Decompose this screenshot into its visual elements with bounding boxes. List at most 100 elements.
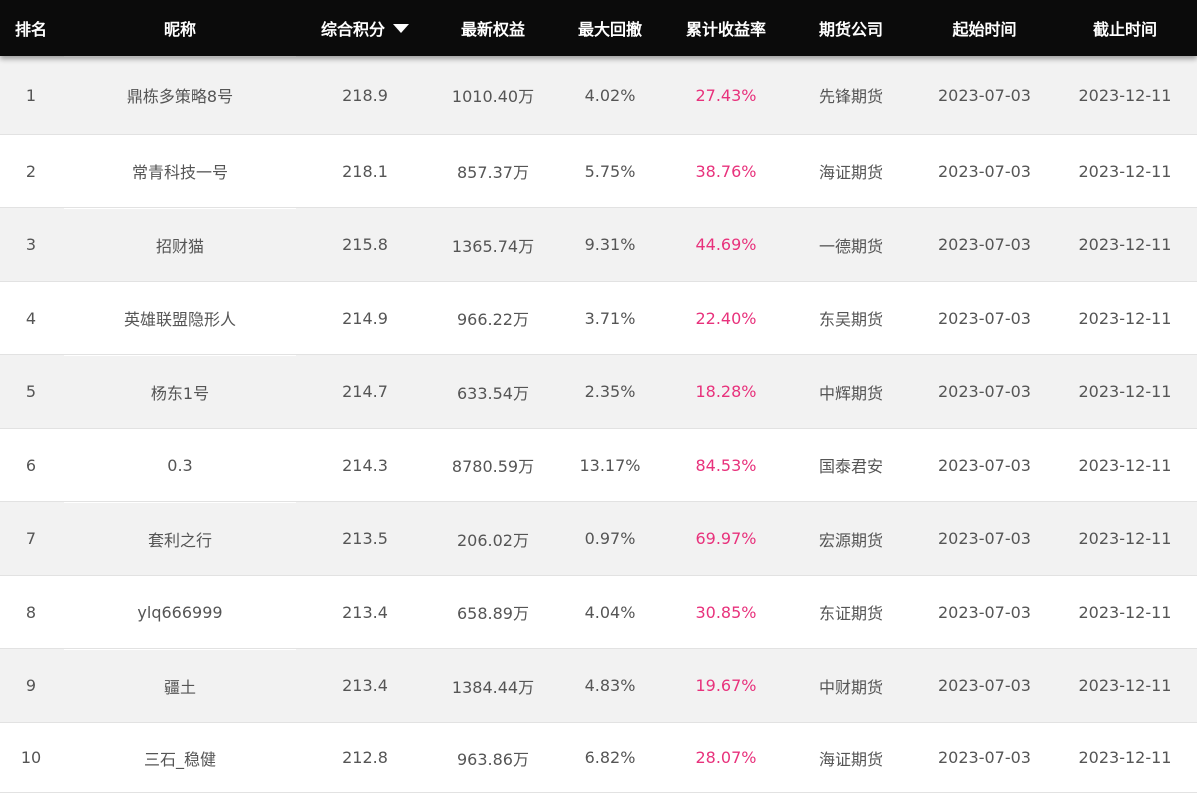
cell-score: 213.4 [342,676,388,695]
cell-cumulative-return: 22.40% [695,308,757,328]
column-header-label: 综合积分 [320,20,385,39]
column-header-score[interactable]: 综合积分 [298,0,432,56]
cell-equity: 206.02万 [457,530,529,550]
cell-company: 先锋期货 [818,87,883,106]
cell-end: 2023-12-11 [1078,382,1172,401]
cell-start: 2023-07-03 [938,161,1031,181]
cell-nickname[interactable]: 套利之行 [62,502,298,575]
cell-rank: 4 [25,308,37,328]
table-row[interactable]: 7 套利之行 213.5 206.02万 0.97% 69.97% 宏源期货 2023-07-… [0,502,1197,576]
column-header-label: 期货公司 [818,20,883,39]
column-header-label: 最大回撤 [577,20,642,39]
cell-equity: 658.89万 [457,604,529,623]
cell-cumulative-return: 18.28% [695,382,757,401]
cell-score: 218.9 [342,85,388,105]
column-header-start[interactable]: 起始时间 [916,0,1053,56]
cell-rank: 1 [25,85,37,105]
cell-cumulative-return: 38.76% [695,161,757,181]
cell-nickname[interactable]: 英雄联盟隐形人 [62,282,298,354]
cell-cumulative-return: 28.07% [695,748,757,767]
cell-company: 海证期货 [818,749,883,769]
cell-company: 国泰君安 [818,457,883,476]
table-row[interactable]: 6 0.3 214.3 8780.59万 13.17% 84.53% 国泰君安 2023-07… [0,429,1197,502]
table-header: 排名 昵称 综合积分 最新权益 最大回撤 累计收益率 期货公司 起始时间 截止时… [0,0,1197,56]
table-row[interactable]: 5 杨东1号 214.7 633.54万 2.35% 18.28% 中辉期货 2023-07-… [0,355,1197,429]
cell-max-drawdown: 0.97% [584,529,636,548]
table-row[interactable]: 9 疆土 213.4 1384.44万 4.83% 19.67% 中财期货 2023-07-0… [0,649,1197,723]
table-row[interactable]: 1 鼎栋多策略8号 218.9 1010.40万 4.02% 27.43% 先锋期货 2023… [0,56,1197,135]
cell-cumulative-return: 19.67% [695,676,757,695]
column-header-cumulative-return[interactable]: 累计收益率 [666,0,786,56]
cell-equity: 633.54万 [457,383,529,403]
cell-nickname[interactable]: 杨东1号 [62,355,298,428]
column-header-label: 最新权益 [460,20,525,39]
cell-cumulative-return: 84.53% [695,455,757,475]
cell-score: 213.5 [342,529,388,548]
cell-company: 东吴期货 [818,310,883,329]
cell-nickname[interactable]: 0.3 [62,429,298,501]
cell-end: 2023-12-11 [1078,748,1172,767]
column-header-rank[interactable]: 排名 [0,0,62,56]
cell-start: 2023-07-03 [938,382,1031,401]
cell-company: 东证期货 [818,604,883,623]
cell-rank: 8 [25,602,37,622]
table-row[interactable]: 10 三石_稳健 212.8 963.86万 6.82% 28.07% 海证期货 2023-0… [0,723,1197,793]
table-body: 1 鼎栋多策略8号 218.9 1010.40万 4.02% 27.43% 先锋期货 2023… [0,56,1197,793]
cell-score: 212.8 [342,748,388,767]
cell-company: 一德期货 [818,236,883,256]
cell-max-drawdown: 6.82% [584,748,636,767]
cell-equity: 963.86万 [457,749,529,769]
cell-max-drawdown: 4.83% [584,676,636,695]
cell-cumulative-return: 44.69% [695,235,757,254]
cell-equity: 8780.59万 [451,457,535,476]
column-header-equity[interactable]: 最新权益 [432,0,554,56]
cell-end: 2023-12-11 [1078,308,1172,328]
cell-start: 2023-07-03 [938,529,1031,548]
cell-end: 2023-12-11 [1078,676,1172,695]
cell-nickname[interactable]: ylq666999 [62,576,298,648]
cell-nickname[interactable]: 鼎栋多策略8号 [62,56,298,134]
column-header-label: 起始时间 [952,20,1017,39]
cell-rank: 6 [25,455,37,475]
column-header-company[interactable]: 期货公司 [786,0,916,56]
cell-score: 215.8 [342,235,388,254]
cell-nickname[interactable]: 三石_稳健 [62,723,298,792]
column-header-nickname[interactable]: 昵称 [62,0,298,56]
cell-start: 2023-07-03 [938,455,1031,475]
cell-max-drawdown: 4.02% [584,85,636,105]
cell-max-drawdown: 9.31% [584,235,636,254]
cell-rank: 9 [25,676,37,695]
cell-start: 2023-07-03 [938,748,1031,767]
cell-cumulative-return: 69.97% [695,529,757,548]
cell-start: 2023-07-03 [938,676,1031,695]
table-row[interactable]: 4 英雄联盟隐形人 214.9 966.22万 3.71% 22.40% 东吴期货 2023-… [0,282,1197,355]
cell-end: 2023-12-11 [1078,602,1172,622]
cell-nickname[interactable]: 招财猫 [62,208,298,281]
cell-score: 214.3 [342,455,388,475]
table-row[interactable]: 8 ylq666999 213.4 658.89万 4.04% 30.85% 东证期货 202… [0,576,1197,649]
cell-nickname[interactable]: 常青科技一号 [62,135,298,207]
column-header-end[interactable]: 截止时间 [1053,0,1197,56]
cell-max-drawdown: 5.75% [584,161,636,181]
cell-end: 2023-12-11 [1078,529,1172,548]
column-header-label: 截止时间 [1092,20,1157,39]
cell-rank: 2 [25,161,37,181]
cell-company: 中财期货 [818,677,883,697]
cell-equity: 1365.74万 [451,236,535,256]
cell-equity: 1384.44万 [451,677,535,697]
caret-down-icon[interactable] [393,24,409,33]
table-row[interactable]: 3 招财猫 215.8 1365.74万 9.31% 44.69% 一德期货 2023-07-… [0,208,1197,282]
cell-rank: 3 [25,235,37,254]
cell-score: 214.9 [342,308,388,328]
cell-cumulative-return: 27.43% [695,85,757,105]
column-header-max-drawdown[interactable]: 最大回撤 [554,0,666,56]
cell-equity: 1010.40万 [451,87,535,106]
cell-company: 宏源期货 [818,530,883,550]
cell-nickname[interactable]: 疆土 [62,649,298,722]
cell-equity: 857.37万 [457,163,529,182]
table-row[interactable]: 2 常青科技一号 218.1 857.37万 5.75% 38.76% 海证期货 2023-0… [0,135,1197,208]
cell-company: 中辉期货 [818,383,883,403]
ranking-table: 排名 昵称 综合积分 最新权益 最大回撤 累计收益率 期货公司 起始时间 截止时… [0,0,1197,793]
cell-start: 2023-07-03 [938,602,1031,622]
cell-end: 2023-12-11 [1078,455,1172,475]
